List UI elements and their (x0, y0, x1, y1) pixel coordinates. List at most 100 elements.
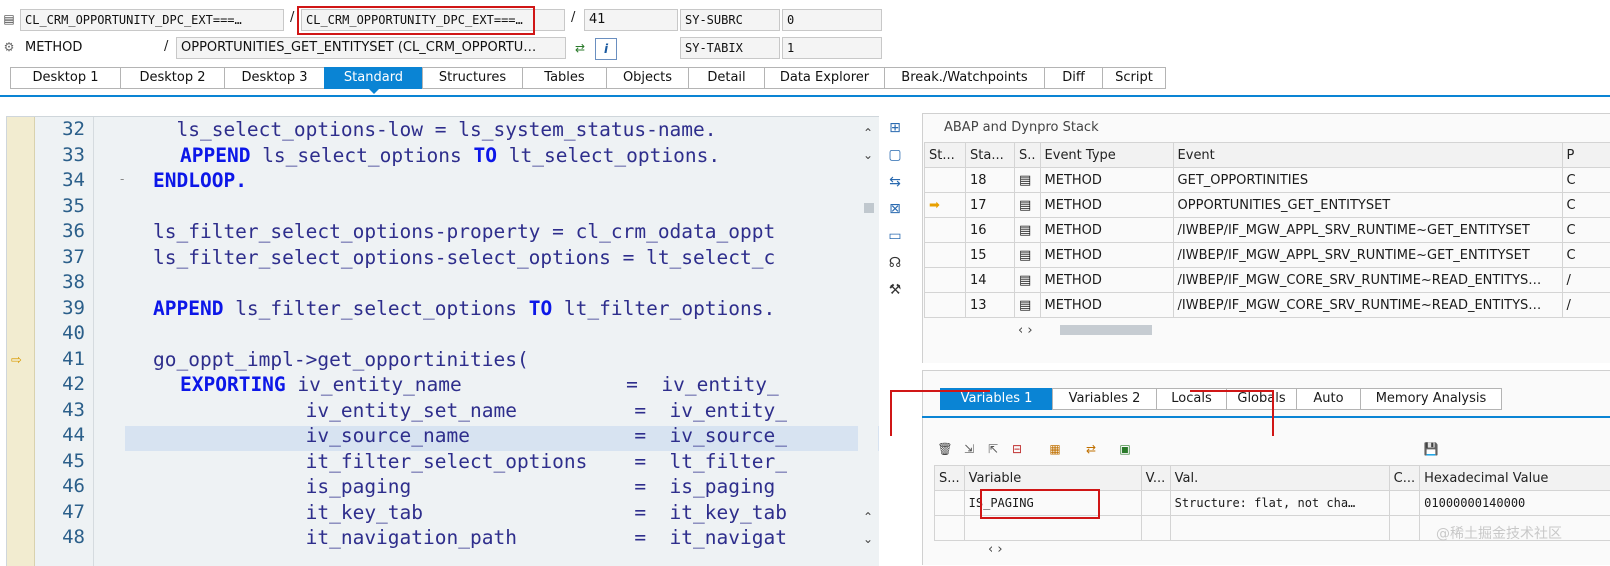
stack-level: 16 (966, 218, 1015, 243)
sy-tabix-label: SY-TABIX (680, 37, 780, 59)
variable-value[interactable]: Structure: flat, not cha… (1170, 491, 1389, 516)
code-line: ls_filter_select_options-property = cl_c… (153, 219, 775, 244)
tab-memory-analysis[interactable]: Memory Analysis (1360, 388, 1502, 410)
line-number-field[interactable]: 41 (584, 9, 678, 31)
column-header[interactable]: V... (1141, 466, 1170, 491)
line-number: 36 (35, 219, 85, 244)
table-row[interactable]: ➡ 17 ▤ METHOD OPPORTUNITIES_GET_ENTITYSE… (925, 193, 1610, 218)
settings-tool-icon[interactable]: ⚒ (884, 280, 906, 300)
table-row[interactable]: 18 ▤ METHOD GET_OPPORTINITIES C (925, 168, 1610, 193)
column-header[interactable]: Event Type (1040, 143, 1173, 168)
column-header[interactable]: C... (1389, 466, 1419, 491)
services-icon[interactable]: ☊ (884, 253, 906, 273)
column-header[interactable]: S... (935, 466, 965, 491)
tab-diff[interactable]: Diff (1044, 67, 1102, 89)
scroll-up-icon[interactable]: ⌃ (860, 510, 876, 524)
column-header[interactable]: St... (925, 143, 966, 168)
column-header[interactable]: Sta... (966, 143, 1015, 168)
tab-tables[interactable]: Tables (522, 67, 606, 89)
stack-title: ABAP and Dynpro Stack (944, 120, 1099, 135)
goto-source-icon[interactable]: ⇄ (570, 38, 590, 58)
delete-icon[interactable]: 🗑 (936, 440, 954, 458)
tab-data-explorer[interactable]: Data Explorer (764, 67, 884, 89)
line-number: 41 (35, 347, 85, 372)
remove-icon[interactable]: ⊟ (1008, 440, 1026, 458)
program-cell: C (1562, 193, 1610, 218)
tab-auto[interactable]: Auto (1296, 388, 1360, 410)
horizontal-scrollbar[interactable] (1060, 325, 1152, 335)
variable-hex: 01000000140000 (1420, 491, 1610, 516)
code-editor[interactable]: ⇨ - 32 ls_select_options-low = ls_system… (6, 116, 879, 566)
close-tool-icon[interactable]: ⊠ (884, 199, 906, 219)
annotation-line (1272, 390, 1274, 436)
program-cell: / (1562, 293, 1610, 318)
tab-desktop-2[interactable]: Desktop 2 (120, 67, 224, 89)
editor-scrollbar[interactable] (858, 117, 878, 565)
export-icon[interactable]: ⇱ (984, 440, 1002, 458)
tab-breakpoints[interactable]: Break./Watchpoints (884, 67, 1044, 89)
new-tool-icon[interactable]: ▢ (884, 145, 906, 165)
program-field[interactable]: CL_CRM_OPPORTUNITY_DPC_EXT===… (20, 9, 284, 31)
event-type: METHOD (1040, 293, 1173, 318)
code-line: ls_filter_select_options-select_options … (153, 245, 775, 270)
layout-icon[interactable]: ⊞ (884, 118, 906, 138)
stack-level: 13 (966, 293, 1015, 318)
column-header[interactable]: P (1562, 143, 1610, 168)
table-row[interactable]: 14 ▤ METHOD /IWBEP/IF_MGW_CORE_SRV_RUNTI… (925, 268, 1610, 293)
watermark: @稀土掘金技术社区 (1436, 523, 1562, 543)
tab-variables-2[interactable]: Variables 2 (1052, 388, 1156, 410)
subtab-underline (922, 416, 1610, 418)
scroll-down-icon[interactable]: ⌄ (860, 532, 876, 546)
line-number: 35 (35, 194, 85, 219)
columns-icon[interactable]: ▦ (1044, 440, 1066, 458)
program-icon: ▤ (0, 9, 18, 29)
line-number: 39 (35, 296, 85, 321)
tab-script[interactable]: Script (1102, 67, 1166, 89)
tab-objects[interactable]: Objects (606, 67, 688, 89)
event-field[interactable]: OPPORTUNITIES_GET_ENTITYSET (CL_CRM_OPPO… (176, 37, 566, 59)
stack-level: 15 (966, 243, 1015, 268)
line-number: 48 (35, 525, 85, 550)
table-row[interactable]: 16 ▤ METHOD /IWBEP/IF_MGW_APPL_SRV_RUNTI… (925, 218, 1610, 243)
code-line: it_key_tab = it_key_tab (153, 500, 787, 525)
event-type: METHOD (1040, 243, 1173, 268)
sy-tabix-value[interactable]: 1 (782, 37, 882, 59)
maximize-icon[interactable]: ▭ (884, 226, 906, 246)
annotation-line (890, 390, 892, 436)
column-header[interactable]: Event (1173, 143, 1562, 168)
column-header[interactable]: S.. (1015, 143, 1041, 168)
column-header[interactable]: Hexadecimal Value (1420, 466, 1610, 491)
scroll-down-icon[interactable]: ⌄ (860, 148, 876, 162)
tab-standard[interactable]: Standard (324, 67, 422, 89)
table-row[interactable]: 13 ▤ METHOD /IWBEP/IF_MGW_CORE_SRV_RUNTI… (925, 293, 1610, 318)
document-icon: ▤ (1015, 218, 1041, 243)
tab-desktop-1[interactable]: Desktop 1 (10, 67, 120, 89)
line-number: 38 (35, 270, 85, 295)
line-number: 46 (35, 474, 85, 499)
scroll-left-right-icon[interactable]: ‹ › (1018, 323, 1033, 338)
tab-desktop-3[interactable]: Desktop 3 (224, 67, 324, 89)
code-line: ENDLOOP. (153, 168, 247, 193)
column-header[interactable]: Variable (964, 466, 1141, 491)
import-icon[interactable]: ⇲ (960, 440, 978, 458)
tab-structures[interactable]: Structures (422, 67, 522, 89)
transfer-icon[interactable]: ⇄ (1080, 440, 1102, 458)
table-row[interactable]: 15 ▤ METHOD /IWBEP/IF_MGW_APPL_SRV_RUNTI… (925, 243, 1610, 268)
event-name: /IWBEP/IF_MGW_APPL_SRV_RUNTIME~GET_ENTIT… (1173, 218, 1562, 243)
active-tab-pointer (369, 89, 379, 94)
swap-tool-icon[interactable]: ⇆ (884, 172, 906, 192)
event-type: METHOD (1040, 168, 1173, 193)
column-header[interactable]: Val. (1170, 466, 1389, 491)
scroll-thumb[interactable] (864, 203, 874, 213)
save-icon[interactable]: 💾 (1422, 440, 1440, 458)
scroll-up-icon[interactable]: ⌃ (860, 126, 876, 140)
scroll-left-right-icon[interactable]: ‹ › (988, 542, 1003, 557)
program-cell: C (1562, 243, 1610, 268)
code-line: go_oppt_impl->get_opportinities( (153, 347, 529, 372)
line-number: 32 (35, 117, 85, 142)
info-icon[interactable]: i (595, 38, 617, 60)
sy-subrc-value[interactable]: 0 (782, 9, 882, 31)
tab-detail[interactable]: Detail (688, 67, 764, 89)
code-line: is_paging = is_paging (153, 474, 775, 499)
filter-icon[interactable]: ▣ (1116, 440, 1134, 458)
